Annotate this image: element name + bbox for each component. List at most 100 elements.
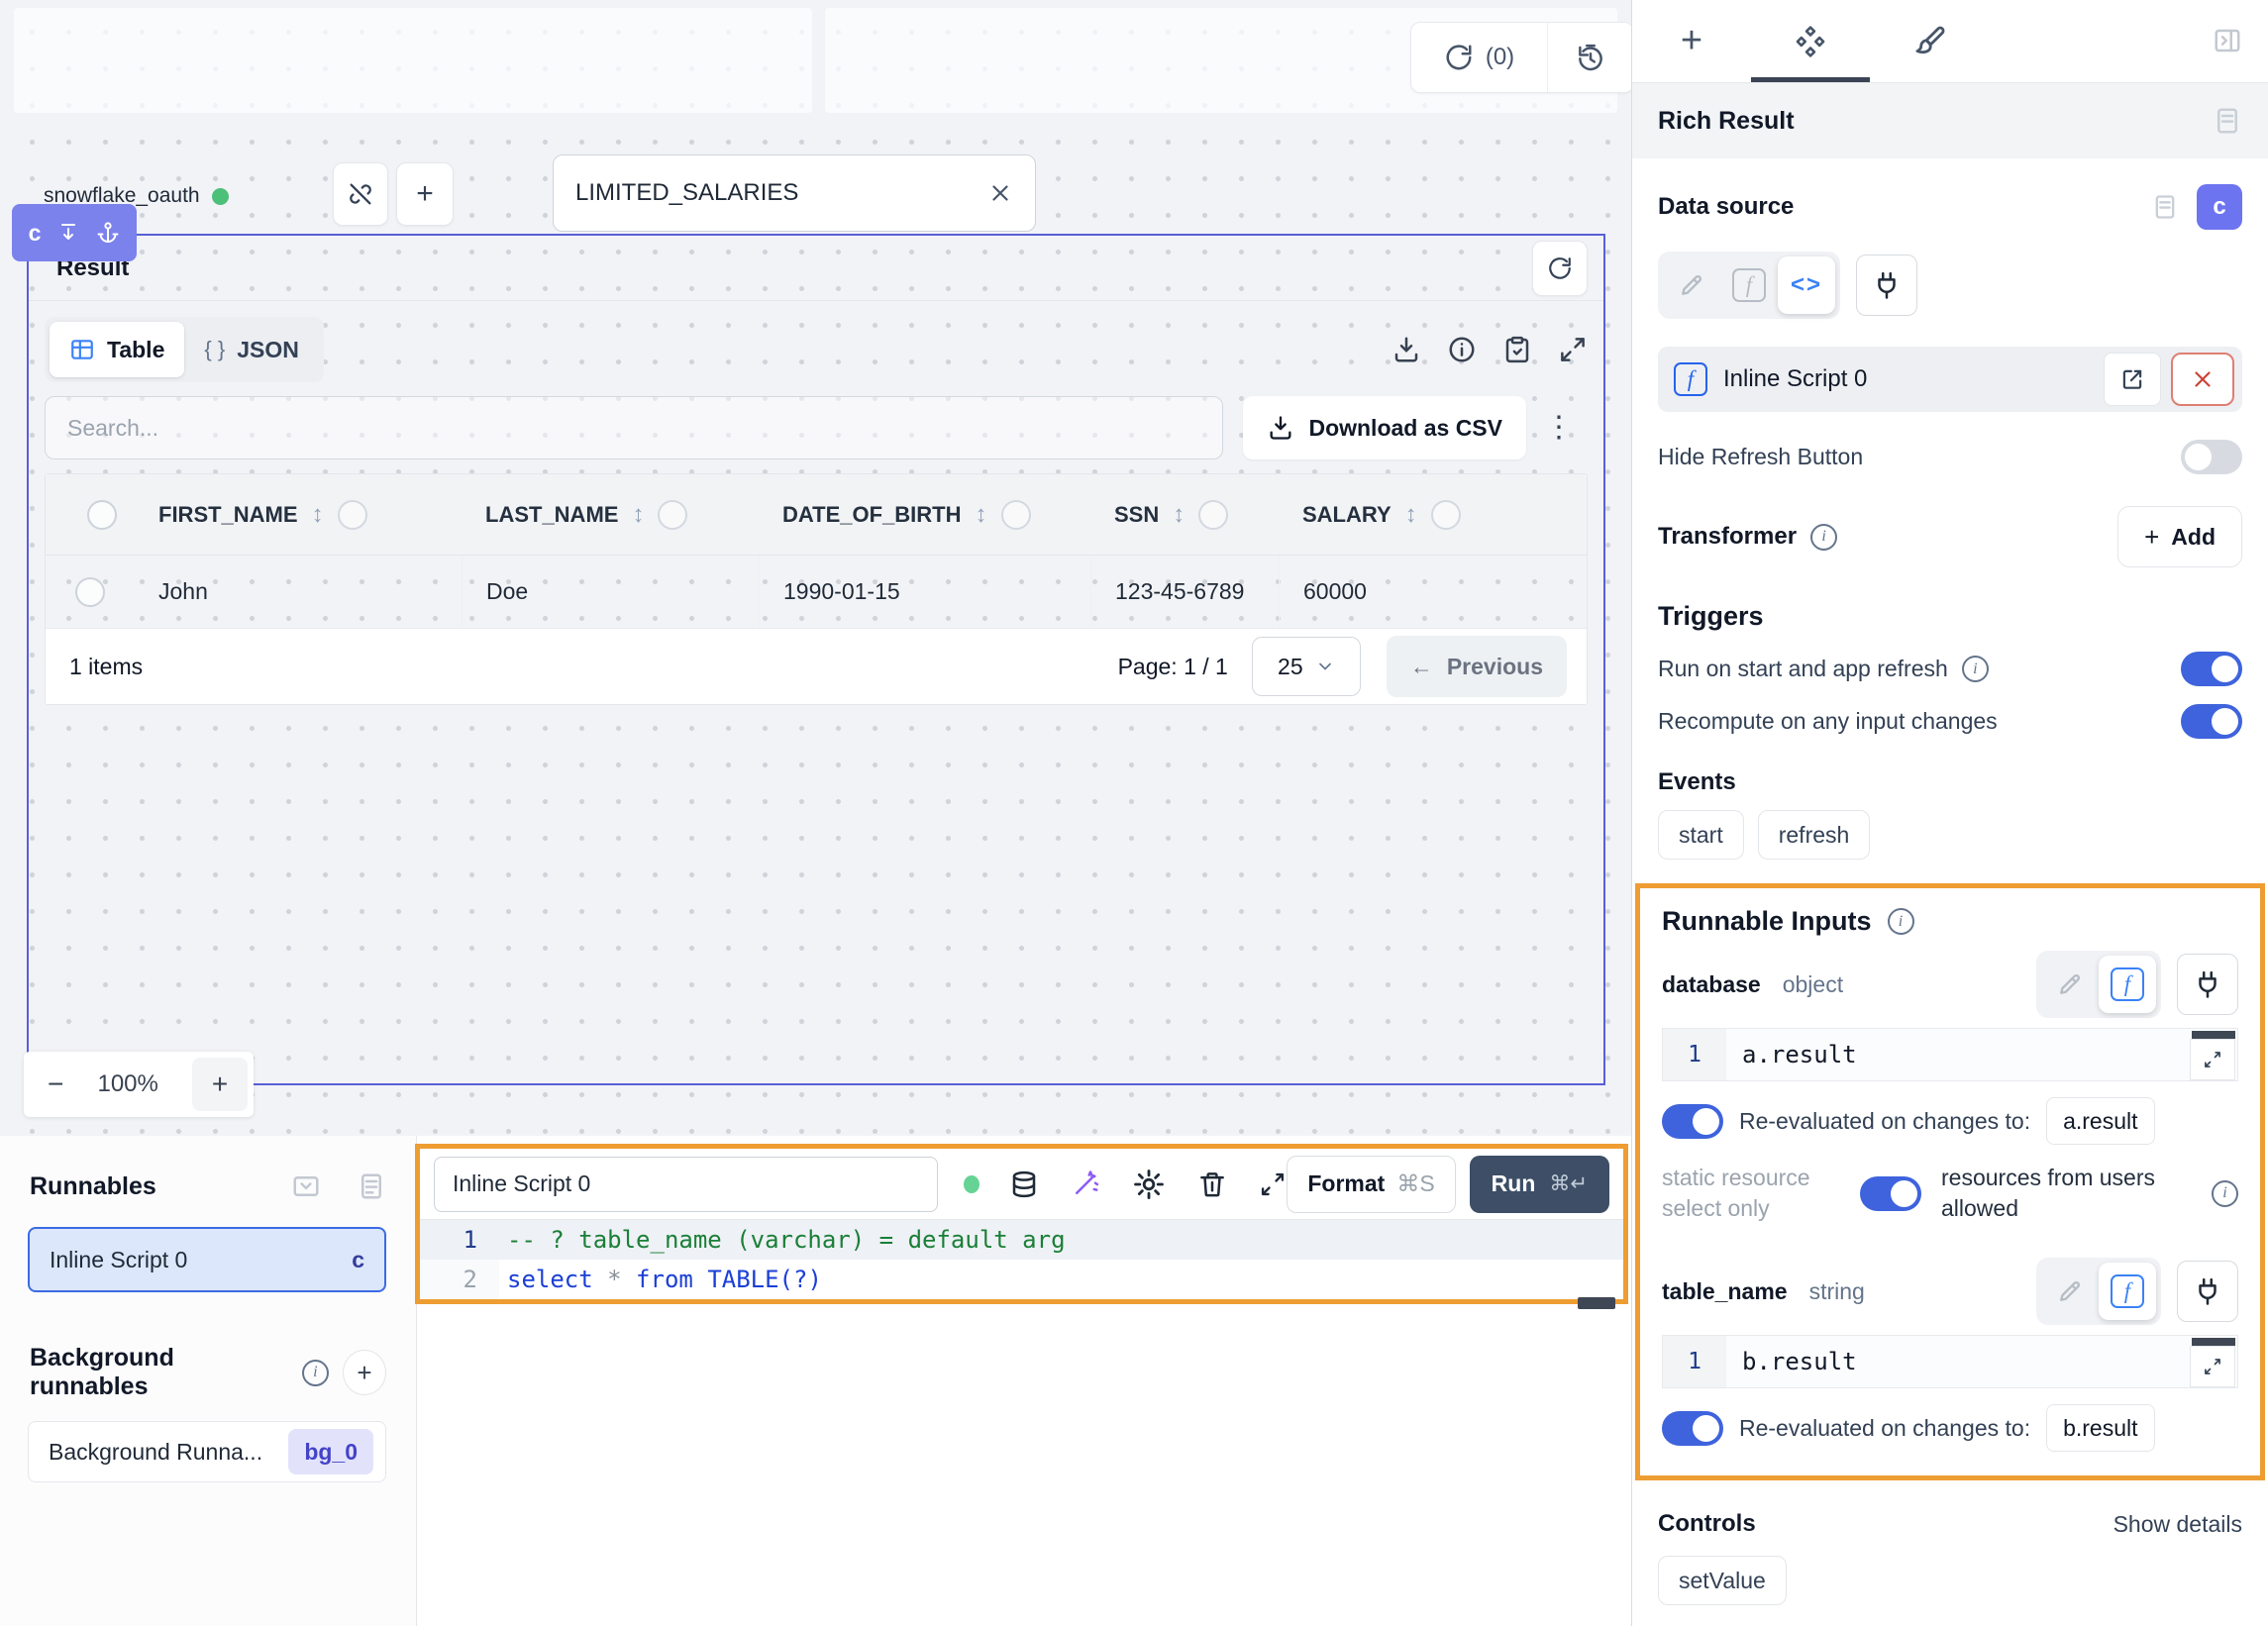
format-button[interactable]: Format ⌘S	[1287, 1156, 1455, 1213]
column-toggle[interactable]	[1198, 500, 1228, 530]
add-transformer-button[interactable]: + Add	[2117, 506, 2242, 567]
column-toggle[interactable]	[658, 500, 687, 530]
download-csv-button[interactable]: Download as CSV	[1243, 396, 1526, 459]
connect-input-button[interactable]	[2177, 1261, 2238, 1322]
result-component[interactable]: Result Table { } JSON	[27, 234, 1605, 1085]
column-toggle[interactable]	[338, 500, 367, 530]
dock-panel-icon[interactable]	[291, 1171, 321, 1201]
info-icon[interactable]	[1447, 335, 1477, 364]
reeval-toggle[interactable]	[1662, 1411, 1723, 1446]
mode-static-button[interactable]	[2041, 1263, 2099, 1320]
add-button[interactable]: +	[396, 162, 454, 226]
tab-settings[interactable]	[1751, 0, 1870, 82]
list-view-icon[interactable]	[357, 1171, 386, 1201]
expand-expression-icon[interactable]	[2190, 1346, 2235, 1387]
unlink-button[interactable]	[333, 162, 388, 226]
reeval-dependency-chip[interactable]: b.result	[2046, 1404, 2154, 1452]
sql-code-editor[interactable]: 1 -- ? table_name (varchar) = default ar…	[420, 1220, 1623, 1299]
table-row[interactable]: John Doe 1990-01-15 123-45-6789 60000	[46, 556, 1587, 629]
editor-scrollbar[interactable]	[1578, 1297, 1615, 1309]
search-input[interactable]	[67, 415, 1200, 442]
open-script-button[interactable]	[2104, 353, 2161, 406]
tab-json[interactable]: { } JSON	[184, 322, 318, 377]
background-runnable-item[interactable]: Background Runna... bg_0	[28, 1421, 386, 1482]
data-source-script-item[interactable]: f Inline Script 0	[1658, 347, 2242, 412]
event-chip-refresh[interactable]: refresh	[1758, 810, 1871, 860]
previous-page-button[interactable]: ← Previous	[1387, 636, 1567, 697]
resources-from-users-toggle[interactable]	[1860, 1176, 1921, 1211]
mode-eval-button[interactable]: f	[2099, 956, 2156, 1013]
history-button[interactable]	[1548, 23, 1633, 92]
tab-styling[interactable]	[1870, 0, 1989, 82]
mode-eval-button[interactable]: f	[1720, 256, 1778, 314]
hide-refresh-toggle[interactable]	[2181, 440, 2242, 474]
column-header-salary[interactable]: SALARY ↕	[1279, 500, 1587, 530]
mode-static-button[interactable]	[1663, 256, 1720, 314]
sort-icon[interactable]: ↕	[1173, 501, 1185, 529]
connect-input-button[interactable]	[1856, 254, 1917, 316]
database-icon[interactable]	[1009, 1169, 1039, 1199]
selected-component-chip[interactable]: c	[12, 204, 137, 261]
result-refresh-button[interactable]	[1532, 241, 1588, 296]
clear-input-icon[interactable]	[987, 180, 1013, 206]
table-name-expression-editor[interactable]: 1 b.result	[1662, 1335, 2238, 1388]
remove-script-button[interactable]	[2171, 353, 2234, 406]
mode-static-button[interactable]	[2041, 956, 2099, 1013]
page-size-select[interactable]: 25	[1252, 637, 1361, 696]
app-canvas[interactable]: (0) snowflake_oauth c + R	[0, 0, 1631, 1136]
sort-icon[interactable]: ↕	[632, 501, 644, 529]
ai-wand-icon[interactable]	[1071, 1169, 1100, 1199]
mode-eval-button[interactable]: f	[2099, 1263, 2156, 1320]
doc-icon[interactable]	[2151, 193, 2179, 221]
collapse-panel-icon[interactable]	[2213, 26, 2242, 55]
recompute-toggle[interactable]	[2181, 704, 2242, 739]
column-header-date-of-birth[interactable]: DATE_OF_BIRTH ↕	[759, 500, 1090, 530]
run-on-start-toggle[interactable]	[2181, 652, 2242, 686]
control-chip-setvalue[interactable]: setValue	[1658, 1556, 1787, 1605]
info-icon[interactable]: i	[2212, 1180, 2238, 1207]
refresh-all-button[interactable]: (0)	[1411, 23, 1548, 92]
sort-icon[interactable]: ↕	[312, 501, 324, 529]
runnable-item-inline-script-0[interactable]: Inline Script 0 c	[28, 1227, 386, 1292]
zoom-in-button[interactable]: +	[192, 1058, 248, 1111]
row-checkbox[interactable]	[75, 577, 105, 607]
tab-insert-component[interactable]: +	[1632, 0, 1751, 82]
maximize-icon[interactable]	[1558, 335, 1588, 364]
database-expression-editor[interactable]: 1 a.result	[1662, 1028, 2238, 1081]
canvas-component-placeholder[interactable]	[14, 8, 812, 113]
sort-icon[interactable]: ↕	[1405, 501, 1417, 529]
reeval-toggle[interactable]	[1662, 1104, 1723, 1139]
column-header-last-name[interactable]: LAST_NAME ↕	[462, 500, 759, 530]
code-line-2[interactable]: 2 select * from TABLE(?)	[420, 1260, 1623, 1299]
tab-table[interactable]: Table	[50, 322, 184, 377]
info-icon[interactable]: i	[1962, 656, 1989, 682]
sort-icon[interactable]: ↕	[976, 501, 987, 529]
table-name-input[interactable]	[575, 179, 987, 207]
expand-expression-icon[interactable]	[2190, 1039, 2235, 1080]
anchor-icon[interactable]	[96, 221, 120, 245]
delete-trash-icon[interactable]	[1197, 1169, 1227, 1199]
add-background-runnable-button[interactable]: +	[343, 1350, 386, 1395]
event-chip-start[interactable]: start	[1658, 810, 1744, 860]
column-toggle[interactable]	[1431, 500, 1461, 530]
info-icon[interactable]: i	[302, 1360, 329, 1386]
zoom-out-button[interactable]: −	[48, 1068, 63, 1100]
mode-script-button[interactable]: <>	[1778, 256, 1835, 314]
doc-icon[interactable]	[2213, 106, 2242, 136]
download-icon[interactable]	[1392, 335, 1421, 364]
script-name-input[interactable]	[453, 1170, 919, 1197]
copy-result-icon[interactable]	[1502, 335, 1532, 364]
reeval-dependency-chip[interactable]: a.result	[2046, 1097, 2154, 1145]
connect-input-button[interactable]	[2177, 954, 2238, 1015]
column-toggle[interactable]	[1001, 500, 1031, 530]
run-button[interactable]: Run ⌘↵	[1470, 1156, 1609, 1213]
code-line-1[interactable]: 1 -- ? table_name (varchar) = default ar…	[420, 1220, 1623, 1260]
move-down-icon[interactable]	[56, 221, 80, 245]
expand-editor-icon[interactable]	[1259, 1170, 1287, 1198]
column-header-first-name[interactable]: FIRST_NAME ↕	[135, 500, 462, 530]
show-details-link[interactable]: Show details	[2113, 1511, 2242, 1538]
more-options-icon[interactable]: ⋮	[1544, 413, 1574, 443]
settings-gear-icon[interactable]	[1132, 1168, 1166, 1201]
info-icon[interactable]: i	[1888, 908, 1914, 935]
select-all-checkbox[interactable]	[87, 500, 117, 530]
